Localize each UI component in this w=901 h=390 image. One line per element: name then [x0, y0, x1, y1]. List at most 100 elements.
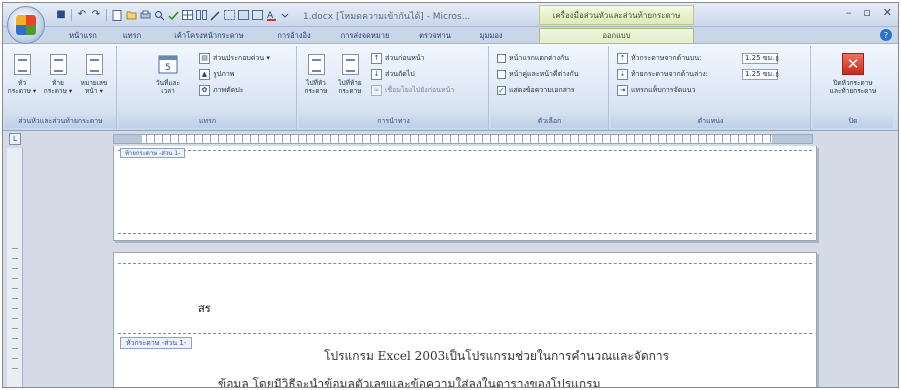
title-bar: ■ ↶ ↷ A 1.docx [โหมดความเข้ากันได้] - Mi… [3, 3, 898, 27]
header-separator [118, 333, 812, 334]
different-first-page-checkbox[interactable] [497, 54, 506, 63]
link-to-previous-button[interactable]: ∞ เชื่อมโยงไปยังก่อนหน้า [371, 84, 454, 97]
document-page[interactable]: ท้ายกระดาษ -ส่วน 1- [113, 146, 817, 241]
close-icon[interactable]: ✕ [883, 6, 892, 19]
customize-icon[interactable] [279, 9, 291, 21]
date-time-button[interactable]: 5 วันที่และ เวลา [153, 52, 183, 112]
body-text-line[interactable]: โปรแกรม Excel 2003เป็นโปรแกรมช่วยในการคำ… [324, 347, 669, 366]
ruler-tick [12, 308, 18, 309]
group-header-footer: หัว กระดาษ ▾ ท้าย กระดาษ ▾ หมายเลข หน้า … [5, 46, 117, 130]
ruler-tick [12, 248, 18, 249]
next-section-button[interactable]: ↓ ส่วนถัดไป [371, 68, 415, 81]
group-options: หน้าแรกแตกต่างกัน หน้าคู่และหน้าคี่ต่างก… [491, 46, 609, 130]
office-logo-icon [16, 15, 36, 35]
different-first-page-option[interactable]: หน้าแรกแตกต่างกัน [497, 52, 569, 65]
header-text[interactable]: สร [198, 299, 211, 317]
different-odd-even-checkbox[interactable] [497, 70, 506, 79]
border-icon[interactable] [223, 9, 235, 21]
footer-position-icon: ⇣ [617, 69, 628, 80]
footer-icon [49, 53, 67, 75]
group-label: การนำทาง [299, 116, 488, 128]
goto-header-button[interactable]: ไปที่หัว กระดาษ [301, 52, 331, 112]
header-section-tag: หัวกระดาษ -ส่วน 1- [120, 337, 193, 349]
ruler-tick [12, 258, 18, 259]
redo-icon[interactable]: ↷ [90, 9, 102, 21]
header-from-top-label: หัวกระดาษจากด้านบน: [631, 54, 702, 62]
tab-design[interactable]: ออกแบบ [539, 28, 694, 43]
tab-selector-icon[interactable]: L [9, 133, 21, 145]
date-time-label: วันที่และ เวลา [155, 79, 181, 95]
text-color-icon[interactable]: A [265, 9, 277, 21]
table-icon[interactable] [181, 9, 193, 21]
document-page[interactable]: สร หัวกระดาษ -ส่วน 1- โปรแกรม Excel 2003… [113, 252, 817, 387]
window-controls: – ▫ ✕ [846, 6, 892, 19]
different-odd-even-label: หน้าคู่และหน้าคี่ต่างกัน [509, 70, 579, 78]
tab-page-layout[interactable]: เค้าโครงหน้ากระดาษ [159, 28, 259, 43]
tab-review[interactable]: ตรวจทาน [407, 28, 463, 43]
word-window: ■ ↶ ↷ A 1.docx [โหมดความเข้ากันได้] - Mi… [2, 2, 899, 388]
ruler-tick [12, 328, 18, 329]
header-position-icon: ⇡ [617, 53, 628, 64]
next-section-label: ส่วนถัดไป [385, 70, 415, 78]
page-boundary [118, 233, 812, 234]
header-button-label: หัว กระดาษ ▾ [7, 79, 37, 95]
svg-text:5: 5 [165, 63, 171, 73]
left-margin-marker[interactable] [114, 135, 142, 143]
link-icon: ∞ [371, 85, 382, 96]
print-icon[interactable] [139, 9, 151, 21]
minimize-icon[interactable]: – [846, 6, 852, 19]
footer-from-bottom-spinner[interactable]: 1.25 ซม. ⇕ [742, 69, 780, 80]
preview-icon[interactable] [153, 9, 165, 21]
quick-parts-button[interactable]: ▤ ส่วนประกอบด่วน ▾ [199, 52, 270, 65]
tab-home[interactable]: หน้าแรก [59, 28, 107, 43]
restore-icon[interactable]: ▫ [863, 6, 870, 19]
previous-section-button[interactable]: ↑ ส่วนก่อนหน้า [371, 52, 425, 65]
folder-icon[interactable] [125, 9, 137, 21]
different-first-page-label: หน้าแรกแตกต่างกัน [509, 54, 570, 62]
picture-button[interactable]: ▲ รูปภาพ [199, 68, 234, 81]
page-number-button[interactable]: หมายเลข หน้า ▾ [79, 52, 109, 112]
page-number-icon [85, 53, 103, 75]
group-label: ตำแหน่ง [611, 116, 810, 128]
group-position: ⇡ หัวกระดาษจากด้านบน: 1.25 ซม. ⇕ ⇣ ท้ายกร… [611, 46, 811, 130]
horizontal-ruler[interactable] [113, 134, 813, 144]
goto-footer-button[interactable]: ไปที่ท้าย กระดาษ [335, 52, 365, 112]
page-icon[interactable] [111, 9, 123, 21]
footer-from-bottom-row: ⇣ ท้ายกระดาษจากด้านล่าง: 1.25 ซม. ⇕ [617, 68, 780, 81]
spelling-icon[interactable] [167, 9, 179, 21]
footer-from-bottom-value: 1.25 ซม. [745, 70, 775, 78]
columns-icon[interactable] [195, 9, 207, 21]
tab-references[interactable]: การอ้างอิง [265, 28, 323, 43]
contextual-tab-title: เครื่องมือส่วนหัวและส่วนท้ายกระดาษ [539, 5, 694, 25]
clip-art-button[interactable]: ✿ ภาพตัดปะ [199, 84, 243, 97]
tab-view[interactable]: มุมมอง [469, 28, 513, 43]
document-title: 1.docx [โหมดความเข้ากันได้] - Micros... [303, 12, 471, 22]
shape-icon[interactable] [237, 9, 249, 21]
right-margin-marker[interactable] [772, 135, 812, 143]
select-icon[interactable] [251, 9, 263, 21]
help-icon[interactable]: ? [880, 29, 892, 41]
header-button[interactable]: หัว กระดาษ ▾ [7, 52, 37, 112]
undo-icon[interactable]: ↶ [76, 9, 88, 21]
footer-button-label: ท้าย กระดาษ ▾ [43, 79, 73, 95]
group-close: ✕ ปิดหัวกระดาษ และท้ายกระดาษ ปิด [813, 46, 893, 130]
close-header-footer-button[interactable]: ✕ ปิดหัวกระดาษ และท้ายกระดาษ [817, 52, 889, 112]
insert-alignment-tab-label: แทรกแท็บการจัดแนว [631, 86, 696, 94]
different-odd-even-option[interactable]: หน้าคู่และหน้าคี่ต่างกัน [497, 68, 579, 81]
vertical-ruler[interactable] [7, 148, 23, 387]
draw-icon[interactable] [209, 9, 221, 21]
tab-insert[interactable]: แทรก [113, 28, 151, 43]
page-number-button-label: หมายเลข หน้า ▾ [80, 79, 108, 95]
show-document-text-option[interactable]: ✓ แสดงข้อความเอกสาร [497, 84, 575, 97]
office-button[interactable] [7, 6, 45, 44]
header-from-top-spinner[interactable]: 1.25 ซม. ⇕ [742, 53, 780, 64]
body-text-line[interactable]: ข้อมูล โดยมีวิธีจะนำข้อมูลตัวเลขและข้อคว… [218, 375, 601, 387]
clip-art-label: ภาพตัดปะ [213, 86, 244, 94]
footer-button[interactable]: ท้าย กระดาษ ▾ [43, 52, 73, 112]
ruler-tick [12, 368, 18, 369]
divider [106, 9, 107, 21]
tab-mailings[interactable]: การส่งจดหมาย [329, 28, 401, 43]
show-document-text-checkbox[interactable]: ✓ [497, 86, 506, 95]
save-icon[interactable]: ■ [55, 9, 67, 21]
insert-alignment-tab-button[interactable]: ⇥ แทรกแท็บการจัดแนว [617, 84, 696, 97]
